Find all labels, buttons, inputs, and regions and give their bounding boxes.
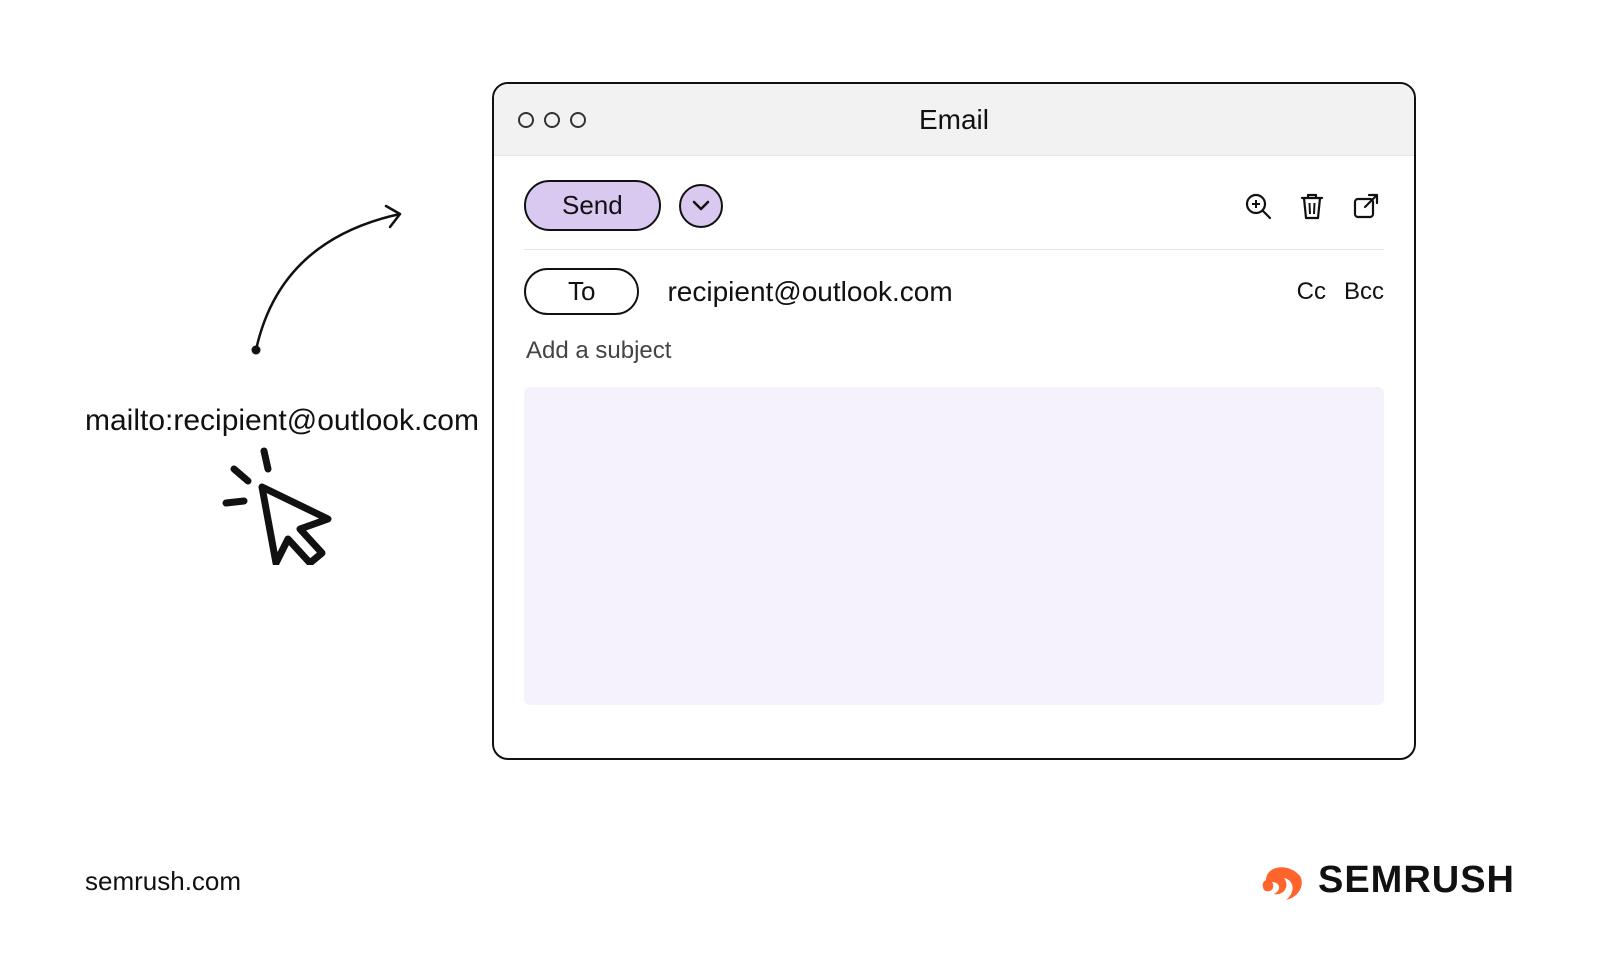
recipient-row: To recipient@outlook.com Cc Bcc: [524, 250, 1384, 325]
pop-out-button[interactable]: [1348, 188, 1384, 224]
window-maximize-icon[interactable]: [570, 112, 586, 128]
mailto-link[interactable]: mailto:recipient@outlook.com: [85, 404, 479, 438]
footer-url: semrush.com: [85, 866, 241, 897]
click-cursor-icon: [220, 445, 340, 570]
send-button[interactable]: Send: [524, 180, 661, 231]
zoom-in-button[interactable]: [1240, 188, 1276, 224]
compose-toolbar: Send: [524, 180, 1384, 250]
window-controls: [518, 112, 586, 128]
pop-out-icon: [1352, 192, 1380, 220]
window-close-icon[interactable]: [518, 112, 534, 128]
recipient-address[interactable]: recipient@outlook.com: [667, 276, 1268, 308]
to-field-label[interactable]: To: [524, 268, 639, 315]
semrush-flame-icon: [1256, 856, 1304, 904]
send-options-dropdown[interactable]: [679, 184, 723, 228]
zoom-in-icon: [1244, 192, 1272, 220]
chevron-down-icon: [692, 200, 710, 212]
arrow-to-window: [250, 200, 430, 370]
brand-name: SEMRUSH: [1318, 859, 1515, 902]
window-body: Send: [494, 156, 1414, 735]
email-body-input[interactable]: [524, 387, 1384, 705]
diagram-canvas: mailto:recipient@outlook.com Email Send: [0, 0, 1600, 959]
window-titlebar: Email: [494, 84, 1414, 156]
bcc-button[interactable]: Bcc: [1344, 278, 1384, 306]
cc-button[interactable]: Cc: [1297, 278, 1326, 306]
subject-input[interactable]: Add a subject: [526, 337, 1384, 365]
window-minimize-icon[interactable]: [544, 112, 560, 128]
trash-icon: [1298, 191, 1326, 221]
brand-logo: SEMRUSH: [1256, 856, 1515, 904]
discard-button[interactable]: [1294, 187, 1330, 225]
window-title: Email: [494, 104, 1414, 136]
email-compose-window: Email Send: [492, 82, 1416, 760]
